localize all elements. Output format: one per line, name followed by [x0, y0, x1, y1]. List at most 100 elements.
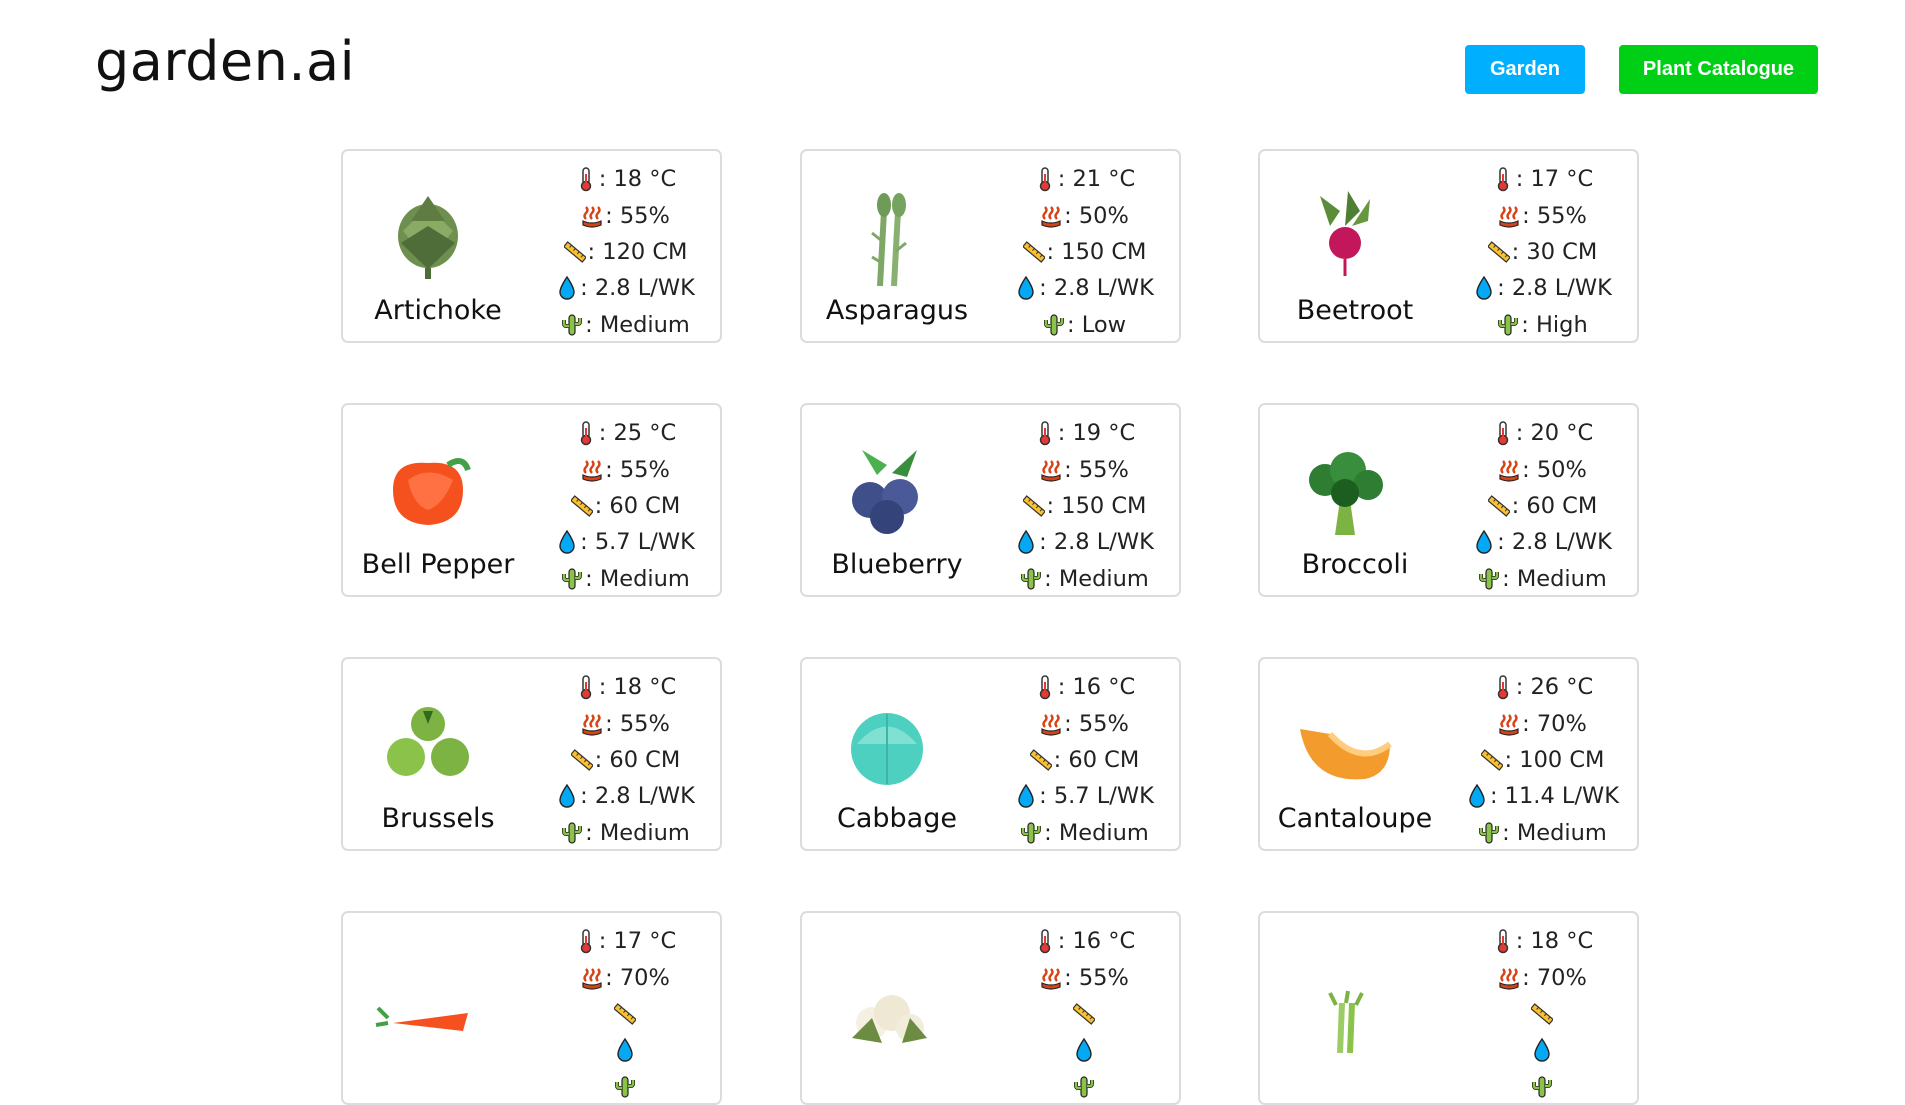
- plant-stats: : 18 °C: 70%: [1450, 923, 1635, 1105]
- stat-temp: : 16 °C: [992, 669, 1177, 705]
- stat-value: : 55%: [605, 456, 670, 483]
- plant-image: [832, 435, 942, 545]
- header: garden.ai Garden Plant Catalogue: [0, 0, 1905, 130]
- plant-card[interactable]: Broccoli: 20 °C: 50%: 60 CM: 2.8 L/WK: M…: [1258, 403, 1639, 597]
- stat-height: [1450, 996, 1635, 1032]
- stat-value: : 60 CM: [1511, 492, 1598, 519]
- stat-value: : 55%: [605, 710, 670, 737]
- ruler-icon: [1487, 493, 1512, 519]
- thermometer-icon: [1034, 674, 1058, 700]
- stat-value: : 60 CM: [1053, 746, 1140, 773]
- stat-value: : 120 CM: [587, 238, 688, 265]
- thermometer-icon: [1034, 928, 1058, 954]
- plant-card[interactable]: Beetroot: 17 °C: 55%: 30 CM: 2.8 L/WK: H…: [1258, 149, 1639, 343]
- plant-card[interactable]: Cabbage: 16 °C: 55%: 60 CM: 5.7 L/WK: Me…: [800, 657, 1181, 851]
- stat-value: : 19 °C: [1057, 420, 1136, 447]
- humidity-icon: [1498, 203, 1522, 229]
- plant-image: [373, 943, 483, 1053]
- plant-card[interactable]: : 16 °C : 55%: [800, 911, 1181, 1105]
- stat-humidity: : 55%: [533, 705, 718, 741]
- ruler-icon: [1029, 747, 1054, 773]
- water-drop-icon: [1015, 529, 1039, 555]
- stat-value: : 70%: [605, 964, 670, 991]
- stat-difficulty: : Medium: [533, 815, 718, 851]
- stat-value: : 20 °C: [1515, 420, 1594, 447]
- stat-temp: : 16 °C: [992, 923, 1177, 959]
- water-drop-icon: [556, 783, 580, 809]
- stat-value: : 2.8 L/WK: [580, 783, 695, 810]
- plant-card[interactable]: Bell Pepper: 25 °C: 55%: 60 CM: 5.7 L/WK…: [341, 403, 722, 597]
- thermometer-icon: [1492, 928, 1516, 954]
- garden-button[interactable]: Garden: [1465, 45, 1585, 94]
- stat-value: : 2.8 L/WK: [1039, 275, 1154, 302]
- cactus-icon: [561, 312, 585, 338]
- stat-value: : 18 °C: [1515, 928, 1594, 955]
- cactus-icon: [1531, 1074, 1555, 1100]
- stat-height: : 60 CM: [1450, 488, 1635, 524]
- humidity-icon: [1498, 457, 1522, 483]
- plant-stats: : 26 °C: 70%: 100 CM: 11.4 L/WK: Medium: [1450, 669, 1635, 851]
- stat-value: : 5.7 L/WK: [1039, 783, 1154, 810]
- stat-humidity: : 70%: [533, 959, 718, 995]
- plant-stats: : 16 °C : 55% : 60 CM : 5.7 L/WK : Medium: [992, 669, 1177, 851]
- stat-temp: : 20 °C: [1450, 415, 1635, 451]
- stat-value: : 17 °C: [598, 928, 677, 955]
- water-drop-icon: [614, 1037, 638, 1063]
- stat-value: : 150 CM: [1046, 492, 1147, 519]
- water-drop-icon: [1015, 275, 1039, 301]
- water-drop-icon: [1473, 529, 1497, 555]
- plant-image: [1290, 435, 1400, 545]
- stat-humidity: : 55%: [992, 705, 1177, 741]
- stat-difficulty: : Medium: [1450, 815, 1635, 851]
- plant-name: Blueberry: [831, 549, 963, 580]
- plant-image: [373, 181, 483, 291]
- ruler-icon: [1022, 239, 1047, 265]
- stat-value: : Medium: [1502, 819, 1607, 846]
- plant-catalogue-button[interactable]: Plant Catalogue: [1619, 45, 1818, 94]
- plant-stats: : 20 °C: 50%: 60 CM: 2.8 L/WK: Medium: [1450, 415, 1635, 597]
- stat-value: : 11.4 L/WK: [1489, 783, 1620, 810]
- humidity-icon: [581, 203, 605, 229]
- stat-value: : 16 °C: [1057, 928, 1136, 955]
- stat-value: : Medium: [1044, 819, 1149, 846]
- stat-height: : 30 CM: [1450, 234, 1635, 270]
- thermometer-icon: [575, 928, 599, 954]
- cactus-icon: [1478, 566, 1502, 592]
- stat-value: : 2.8 L/WK: [1497, 275, 1612, 302]
- stat-height: : 150 CM: [992, 234, 1177, 270]
- stat-temp: : 18 °C: [1450, 923, 1635, 959]
- stat-value: : 100 CM: [1504, 746, 1605, 773]
- stat-temp: : 19 °C: [992, 415, 1177, 451]
- plant-image: [373, 435, 483, 545]
- plant-card[interactable]: Blueberry: 19 °C: 55%: 150 CM: 2.8 L/WK:…: [800, 403, 1181, 597]
- stat-humidity: : 55%: [992, 959, 1177, 995]
- plant-card[interactable]: Artichoke: 18 °C: 55%: 120 CM: 2.8 L/WK:…: [341, 149, 722, 343]
- plant-stats: : 17 °C : 70%: [533, 923, 718, 1105]
- plant-card[interactable]: Cantaloupe: 26 °C: 70%: 100 CM: 11.4 L/W…: [1258, 657, 1639, 851]
- logo[interactable]: garden.ai: [95, 30, 355, 93]
- stat-water: [1450, 1032, 1635, 1068]
- plant-card[interactable]: Brussels: 18 °C: 55%: 60 CM: 2.8 L/WK: M…: [341, 657, 722, 851]
- plant-card[interactable]: Asparagus: 21 °C: 50%: 150 CM: 2.8 L/WK:…: [800, 149, 1181, 343]
- stat-water: : 11.4 L/WK: [1450, 778, 1635, 814]
- plant-image: [1290, 689, 1400, 799]
- stat-difficulty: [533, 1069, 718, 1105]
- stat-value: : 55%: [1064, 456, 1129, 483]
- plant-card[interactable]: : 17 °C : 70%: [341, 911, 722, 1105]
- stat-water: : 2.8 L/WK: [992, 270, 1177, 306]
- thermometer-icon: [1492, 166, 1516, 192]
- plant-card[interactable]: : 18 °C: 70%: [1258, 911, 1639, 1105]
- stat-humidity: : 50%: [1450, 451, 1635, 487]
- stat-humidity: : 55%: [1450, 197, 1635, 233]
- stat-height: : 60 CM: [992, 742, 1177, 778]
- stat-value: : Medium: [1502, 565, 1607, 592]
- stat-value: : 50%: [1064, 202, 1129, 229]
- thermometer-icon: [1034, 166, 1058, 192]
- stat-value: : 55%: [1064, 710, 1129, 737]
- stat-humidity: : 50%: [992, 197, 1177, 233]
- stat-value: : 26 °C: [1515, 674, 1594, 701]
- plant-image: [832, 689, 942, 799]
- cactus-icon: [1497, 312, 1521, 338]
- stat-value: : 25 °C: [598, 420, 677, 447]
- cactus-icon: [561, 820, 585, 846]
